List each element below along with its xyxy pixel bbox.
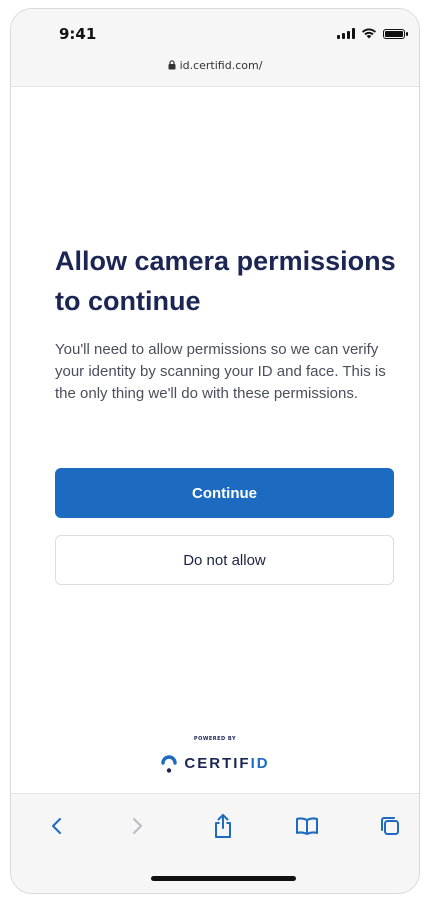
bookmarks-icon [296, 817, 318, 835]
tabs-button[interactable] [376, 812, 404, 840]
status-icons [337, 27, 408, 39]
home-indicator [151, 876, 296, 881]
page-title: Allow camera permissions to continue [55, 246, 396, 316]
forward-button[interactable] [123, 812, 151, 840]
tabs-icon [381, 817, 399, 835]
battery-icon [383, 29, 408, 39]
phone-frame: 9:41 id.certifid.com/ Allow camera permi… [10, 8, 420, 894]
back-button[interactable] [43, 812, 71, 840]
back-icon [52, 818, 61, 834]
brand-name-accent: ID [250, 754, 270, 772]
brand-name: CERTIFID [184, 755, 269, 772]
certifid-logo: CERTIFID [11, 752, 419, 774]
forward-icon [133, 818, 142, 834]
cellular-signal-icon [337, 28, 355, 39]
bookmarks-button[interactable] [293, 812, 321, 840]
wifi-icon [362, 28, 376, 39]
certifid-mark-icon [161, 755, 178, 773]
url-text: id.certifid.com/ [179, 59, 263, 72]
do-not-allow-button[interactable]: Do not allow [55, 535, 394, 585]
address-bar[interactable]: id.certifid.com/ [11, 59, 419, 72]
share-button[interactable] [209, 812, 237, 840]
continue-button[interactable]: Continue [55, 468, 394, 518]
status-and-address-bar: 9:41 id.certifid.com/ [11, 9, 419, 87]
permission-description: You'll need to allow permissions so we c… [55, 341, 386, 402]
brand-name-main: CERTIF [184, 754, 251, 772]
browser-toolbar [11, 793, 419, 893]
powered-by-label: POWERED BY [193, 736, 237, 742]
lock-icon [168, 60, 176, 70]
share-icon [215, 814, 231, 838]
status-time: 9:41 [59, 25, 97, 43]
